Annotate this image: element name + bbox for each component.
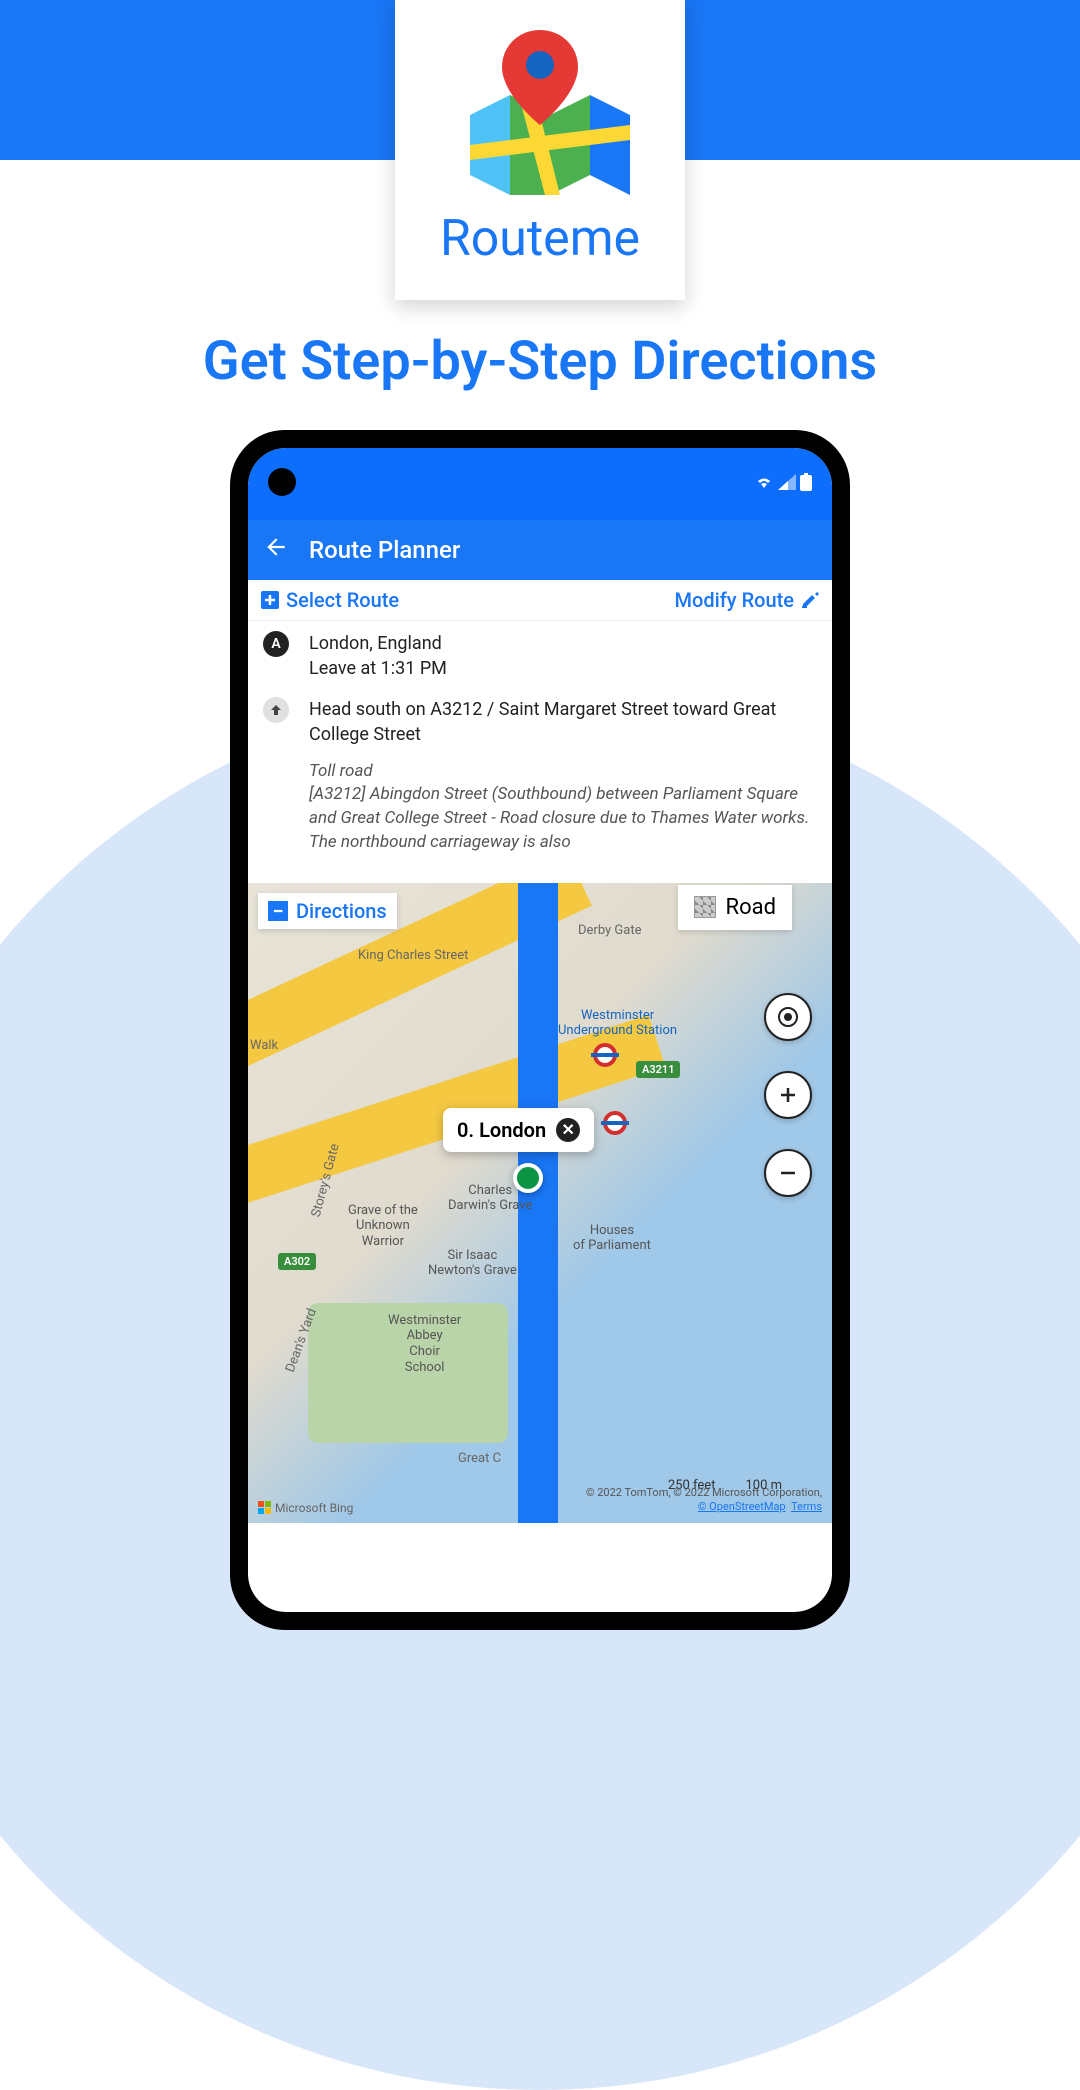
back-button[interactable] <box>263 534 289 567</box>
status-bar <box>248 448 832 520</box>
map-type-button[interactable]: Road <box>678 885 792 930</box>
wifi-icon <box>754 474 774 494</box>
phone-frame: Route Planner Select Route Modify Route … <box>230 430 850 1630</box>
map-type-label: Road <box>726 895 776 920</box>
bing-text: Microsoft Bing <box>275 1501 353 1515</box>
zoom-in-button[interactable] <box>764 1071 812 1119</box>
phone-screen: Route Planner Select Route Modify Route … <box>248 448 832 1612</box>
attrib-terms[interactable]: Terms <box>791 1500 822 1513</box>
directions-collapse-button[interactable]: − Directions <box>258 893 397 929</box>
start-departure: Leave at 1:31 PM <box>309 658 817 679</box>
road-badge: A3211 <box>636 1061 680 1078</box>
bing-logo: Microsoft Bing <box>258 1501 353 1515</box>
page-title: Route Planner <box>309 536 460 564</box>
locate-button[interactable] <box>764 993 812 1041</box>
map-label: Walk <box>250 1038 278 1053</box>
map-controls <box>764 993 812 1197</box>
map-view[interactable]: King Charles Street Walk Derby Gate Stor… <box>248 883 832 1523</box>
minus-icon: − <box>268 901 288 921</box>
direction-start[interactable]: A London, England Leave at 1:31 PM <box>263 631 817 679</box>
phone-camera <box>268 468 296 496</box>
map-type-icon <box>694 896 716 918</box>
map-marker[interactable] <box>513 1163 543 1193</box>
battery-icon <box>800 473 812 495</box>
map-label: Houses of Parliament <box>573 1223 651 1254</box>
signal-icon <box>778 474 796 494</box>
road-badge: A302 <box>278 1253 316 1270</box>
map-attribution: © 2022 TomTom, © 2022 Microsoft Corporat… <box>586 1486 822 1515</box>
map-label: King Charles Street <box>358 948 468 963</box>
plus-icon <box>260 590 280 610</box>
microsoft-icon <box>258 1501 271 1514</box>
map-label: Sir Isaac Newton's Grave <box>428 1248 517 1279</box>
modify-route-button[interactable]: Modify Route <box>675 588 820 612</box>
map-label: Grave of the Unknown Warrior <box>348 1203 418 1250</box>
select-route-label: Select Route <box>286 588 399 612</box>
tube-icon <box>603 1111 627 1135</box>
edit-icon <box>800 590 820 610</box>
route-toolbar: Select Route Modify Route <box>248 580 832 621</box>
map-label: Westminster Underground Station <box>558 1008 677 1039</box>
app-logo-card: Routeme <box>395 0 685 300</box>
app-name: Routeme <box>440 210 640 268</box>
direction-step[interactable]: Head south on A3212 / Saint Margaret Str… <box>263 697 817 855</box>
attrib-line1: © 2022 TomTom, © 2022 Microsoft Corporat… <box>586 1486 822 1499</box>
zoom-out-button[interactable] <box>764 1149 812 1197</box>
directions-collapse-label: Directions <box>296 899 387 923</box>
start-location: London, England <box>309 631 817 656</box>
map-label: Great C <box>458 1451 501 1466</box>
directions-list: A London, England Leave at 1:31 PM Head … <box>248 621 832 883</box>
select-route-button[interactable]: Select Route <box>260 588 399 612</box>
tube-icon <box>593 1043 617 1067</box>
map-label: Westminster Abbey Choir School <box>388 1313 461 1375</box>
step-instruction: Head south on A3212 / Saint Margaret Str… <box>309 697 817 747</box>
arrow-up-icon <box>263 697 289 723</box>
map-pin-callout[interactable]: 0. London ✕ <box>443 1108 594 1152</box>
map-label: Derby Gate <box>578 923 642 938</box>
promo-tagline: Get Step-by-Step Directions <box>0 330 1080 393</box>
start-badge: A <box>263 631 289 657</box>
step-note-title: Toll road <box>309 761 373 781</box>
app-bar: Route Planner <box>248 520 832 580</box>
close-pin-button[interactable]: ✕ <box>556 1118 580 1142</box>
modify-route-label: Modify Route <box>675 588 794 612</box>
attrib-osm[interactable]: © OpenStreetMap <box>698 1500 786 1513</box>
pin-label-text: 0. London <box>457 1118 546 1142</box>
app-logo-icon <box>440 15 640 205</box>
step-note: [A3212] Abingdon Street (Southbound) bet… <box>309 784 809 852</box>
